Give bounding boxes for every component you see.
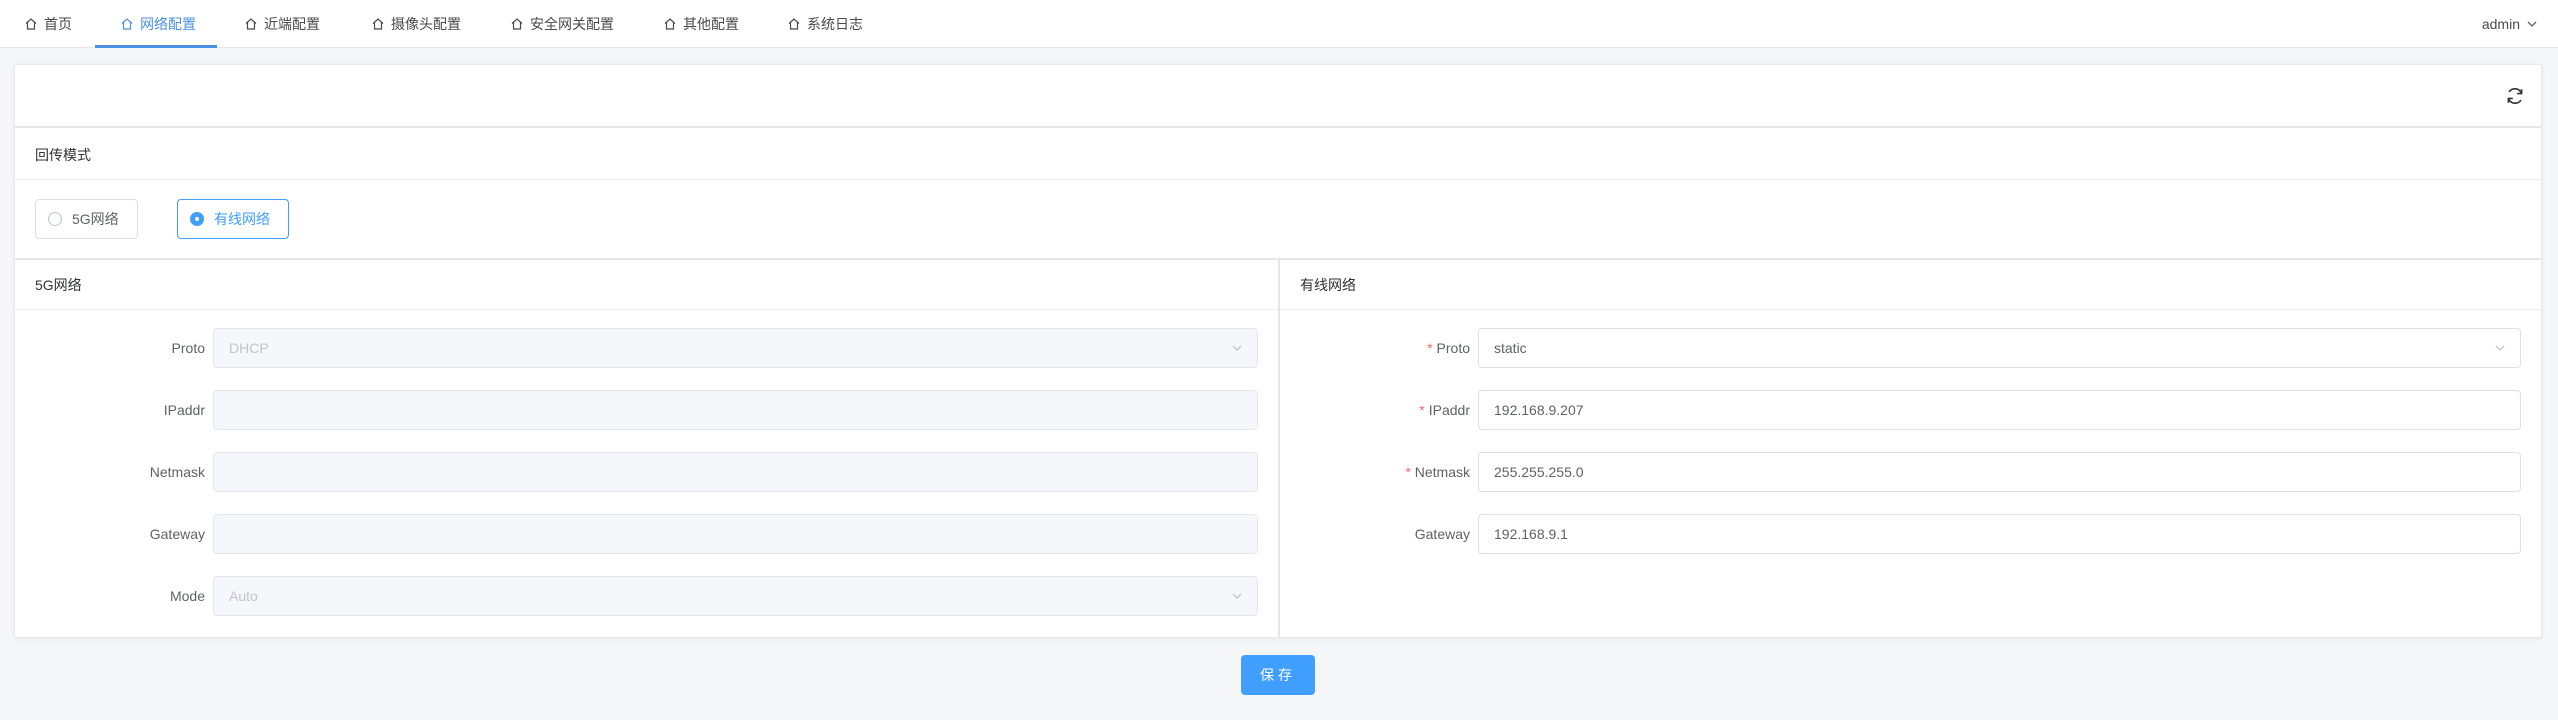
home-icon — [245, 18, 257, 30]
save-button[interactable]: 保存 — [1241, 655, 1315, 695]
gateway-input-wired[interactable]: 192.168.9.1 — [1478, 514, 2521, 554]
input-value: 255.255.255.0 — [1494, 464, 1584, 480]
panel-wired-network: 有线网络 * Proto static * IPaddr 192.168.9.207… — [1280, 260, 2541, 637]
field-label: * IPaddr — [1280, 390, 1470, 430]
select-value: DHCP — [229, 340, 269, 356]
chevron-down-icon — [2495, 345, 2505, 351]
panel-5g-header: 5G网络 — [15, 260, 1278, 310]
panel-wired-title: 有线网络 — [1300, 276, 1356, 293]
home-icon — [664, 18, 676, 30]
form-row-wired-gateway: Gateway 192.168.9.1 — [1280, 514, 2541, 554]
proto-select-5g[interactable]: DHCP — [213, 328, 1258, 368]
form-row-wired-netmask: * Netmask 255.255.255.0 — [1280, 452, 2541, 492]
user-menu[interactable]: admin — [2482, 0, 2538, 48]
refresh-icon[interactable] — [2503, 84, 2527, 108]
field-label: IPaddr — [15, 390, 205, 430]
label-text: IPaddr — [163, 402, 205, 418]
tab-label: 安全网关配置 — [530, 16, 614, 32]
field-label: Mode — [15, 576, 205, 616]
tab-network-config[interactable]: 网络配置 — [95, 0, 217, 48]
select-value: static — [1494, 340, 1527, 356]
required-asterisk: * — [1427, 340, 1433, 356]
field-label: Proto — [15, 328, 205, 368]
tab-label: 摄像头配置 — [391, 16, 461, 32]
tab-label: 其他配置 — [683, 16, 739, 32]
ipaddr-input-wired[interactable]: 192.168.9.207 — [1478, 390, 2521, 430]
card-toolbar — [15, 65, 2541, 128]
home-icon — [372, 18, 384, 30]
panel-wired-header: 有线网络 — [1280, 260, 2541, 310]
backhaul-mode-header: 回传模式 — [15, 130, 2541, 180]
tab-label: 网络配置 — [140, 16, 196, 32]
field-label: Gateway — [1280, 514, 1470, 554]
select-value: Auto — [229, 588, 258, 604]
network-config-card: 回传模式 5G网络 有线网络 5G网络 Proto DHCP IPaddr Ne… — [14, 64, 2542, 638]
form-row-5g-netmask: Netmask — [15, 452, 1278, 492]
required-asterisk: * — [1405, 464, 1411, 480]
radio-unchecked-icon — [48, 212, 62, 226]
radio-checked-icon — [190, 212, 204, 226]
label-text: Gateway — [1414, 526, 1470, 542]
tab-label: 近端配置 — [264, 16, 320, 32]
field-label: * Netmask — [1280, 452, 1470, 492]
tab-other-config[interactable]: 其他配置 — [663, 0, 739, 48]
top-navigation: 首页 网络配置 近端配置 摄像头配置 安全网关配置 其他配置 系统日志 admi… — [0, 0, 2558, 48]
backhaul-mode-title: 回传模式 — [35, 146, 91, 163]
label-text: Mode — [169, 588, 205, 604]
chevron-down-icon — [2527, 21, 2537, 27]
input-value: 192.168.9.1 — [1494, 526, 1568, 542]
label-text: Gateway — [149, 526, 205, 542]
netmask-input-wired[interactable]: 255.255.255.0 — [1478, 452, 2521, 492]
netmask-input-5g[interactable] — [213, 452, 1258, 492]
gateway-input-5g[interactable] — [213, 514, 1258, 554]
radio-5g-network[interactable]: 5G网络 — [35, 199, 138, 239]
field-label: Gateway — [15, 514, 205, 554]
radio-label: 5G网络 — [72, 211, 119, 227]
tab-system-log[interactable]: 系统日志 — [787, 0, 863, 48]
label-text: Proto — [1436, 340, 1470, 356]
panel-5g-title: 5G网络 — [35, 276, 82, 293]
mode-select-5g[interactable]: Auto — [213, 576, 1258, 616]
tab-home[interactable]: 首页 — [24, 0, 72, 48]
form-row-5g-proto: Proto DHCP — [15, 328, 1278, 368]
form-row-wired-proto: * Proto static — [1280, 328, 2541, 368]
form-row-5g-ipaddr: IPaddr — [15, 390, 1278, 430]
home-icon — [788, 18, 800, 30]
tab-security-gateway-config[interactable]: 安全网关配置 — [510, 0, 614, 48]
home-icon — [121, 18, 133, 30]
home-icon — [511, 18, 523, 30]
form-row-5g-gateway: Gateway — [15, 514, 1278, 554]
form-row-5g-mode: Mode Auto — [15, 576, 1278, 616]
tab-label: 系统日志 — [807, 16, 863, 32]
proto-select-wired[interactable]: static — [1478, 328, 2521, 368]
panel-5g-network: 5G网络 Proto DHCP IPaddr Netmask Gateway M… — [15, 260, 1278, 637]
field-label: * Proto — [1280, 328, 1470, 368]
required-asterisk: * — [1419, 402, 1425, 418]
chevron-down-icon — [1232, 593, 1242, 599]
username: admin — [2481, 16, 2520, 32]
input-value: 192.168.9.207 — [1494, 402, 1584, 418]
tab-camera-config[interactable]: 摄像头配置 — [371, 0, 461, 48]
chevron-down-icon — [1232, 345, 1242, 351]
tab-label: 首页 — [44, 16, 72, 32]
label-text: Proto — [171, 340, 205, 356]
ipaddr-input-5g[interactable] — [213, 390, 1258, 430]
home-icon — [25, 18, 37, 30]
label-text: IPaddr — [1428, 402, 1470, 418]
label-text: Netmask — [149, 464, 205, 480]
label-text: Netmask — [1414, 464, 1470, 480]
radio-label: 有线网络 — [214, 211, 270, 227]
radio-wired-network[interactable]: 有线网络 — [177, 199, 289, 239]
field-label: Netmask — [15, 452, 205, 492]
form-row-wired-ipaddr: * IPaddr 192.168.9.207 — [1280, 390, 2541, 430]
tab-near-end-config[interactable]: 近端配置 — [244, 0, 320, 48]
